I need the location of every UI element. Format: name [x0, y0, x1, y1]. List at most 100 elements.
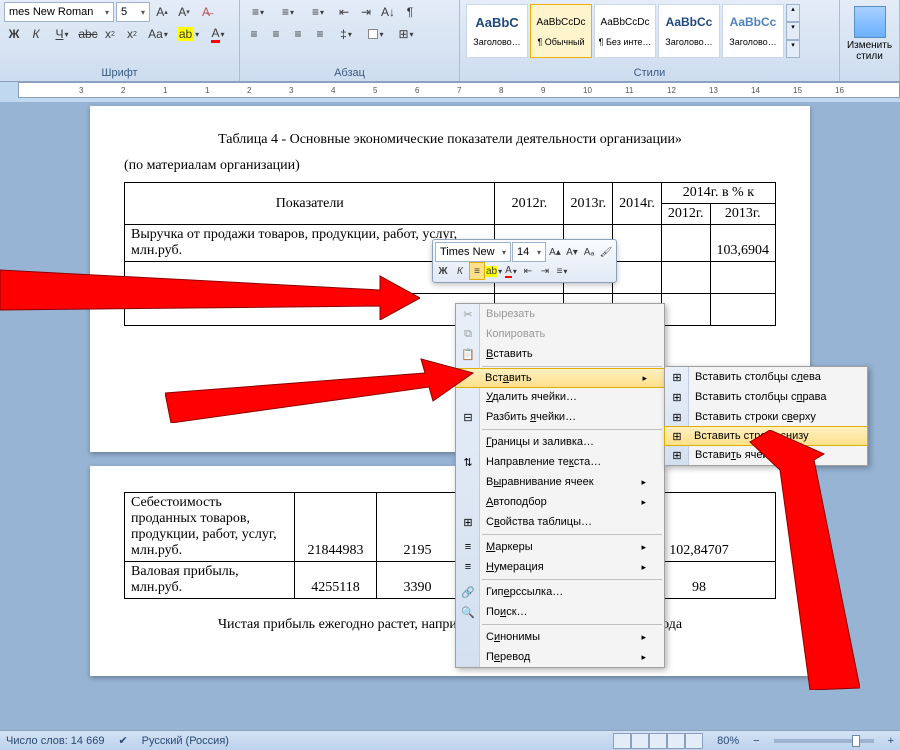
- sub-cells[interactable]: ⊞Вставить ячейки…: [665, 445, 867, 465]
- t2-r2-c2: 3390: [377, 562, 459, 599]
- horizontal-ruler[interactable]: 32112345678910111213141516: [18, 82, 900, 98]
- ctx-synonyms[interactable]: Синонимы▸: [456, 627, 664, 647]
- context-menu[interactable]: ✂Вырезать ⧉Копировать 📋ВВставитьставить …: [455, 303, 665, 668]
- row1-c5: 103,6904: [710, 225, 776, 262]
- strike-button[interactable]: abc: [78, 24, 98, 44]
- zoom-in-button[interactable]: +: [888, 735, 894, 747]
- zoom-level[interactable]: 80%: [717, 735, 739, 747]
- ctx-copy[interactable]: ⧉Копировать: [456, 324, 664, 344]
- ctx-text-direction[interactable]: ⇅Направление текста…: [456, 452, 664, 472]
- ctx-delete-cells[interactable]: Удалить ячейки…: [456, 387, 664, 407]
- font-name-combo[interactable]: mes New Roman▾: [4, 2, 114, 22]
- mini-shrink-button[interactable]: A▾: [564, 243, 580, 261]
- sort-button[interactable]: A↓: [378, 2, 398, 22]
- decrease-indent-button[interactable]: ⇤: [334, 2, 354, 22]
- ctx-split-cells[interactable]: ⊟Разбить ячейки…: [456, 407, 664, 427]
- th-2013: 2013г.: [564, 183, 613, 225]
- ctx-align-cells[interactable]: Выравнивание ячеек▸: [456, 472, 664, 492]
- align-center-button[interactable]: ≡: [266, 24, 286, 44]
- zoom-out-button[interactable]: −: [753, 735, 759, 747]
- table-col-right-icon: ⊞: [669, 389, 685, 405]
- ctx-borders[interactable]: Границы и заливка…: [456, 432, 664, 452]
- highlight-button[interactable]: ab▾: [174, 24, 202, 44]
- change-case-button[interactable]: Aa▾: [144, 24, 172, 44]
- word-count[interactable]: Число слов: 14 669: [6, 735, 104, 747]
- style-item[interactable]: AaBbCcЗаголово…: [722, 4, 784, 58]
- sub-rows-above[interactable]: ⊞Вставить строки сверху: [665, 407, 867, 427]
- align-right-button[interactable]: ≡: [288, 24, 308, 44]
- style-item[interactable]: AaBbCЗаголово…: [466, 4, 528, 58]
- table-cells-icon: ⊞: [669, 447, 685, 463]
- ctx-hyperlink[interactable]: 🔗Гиперссылка…: [456, 582, 664, 602]
- mini-italic-button[interactable]: К: [452, 262, 468, 280]
- economic-table-2[interactable]: Себестоимость проданных товаров, продукц…: [124, 492, 776, 599]
- line-spacing-button[interactable]: ‡▾: [332, 24, 360, 44]
- mini-fontcolor-button[interactable]: A▾: [503, 262, 519, 280]
- ctx-cut[interactable]: ✂Вырезать: [456, 304, 664, 324]
- superscript-button[interactable]: x2: [122, 24, 142, 44]
- view-buttons[interactable]: [613, 733, 703, 749]
- row1-c4: [661, 225, 710, 262]
- style-item[interactable]: AaBbCcЗаголово…: [658, 4, 720, 58]
- ctx-bullets[interactable]: ≡Маркеры▸: [456, 537, 664, 557]
- scissors-icon: ✂: [460, 306, 476, 322]
- shading-button[interactable]: ▾: [362, 24, 390, 44]
- proofing-icon[interactable]: ✔: [118, 734, 127, 747]
- th-2014: 2014г.: [613, 183, 662, 225]
- ctx-translate[interactable]: Перевод▸: [456, 647, 664, 667]
- numbering-button[interactable]: ≡▾: [274, 2, 302, 22]
- style-gallery[interactable]: AaBbCЗаголово…AaBbCcDc¶ ОбычныйAaBbCcDc¶…: [464, 2, 835, 60]
- font-group-label: Шрифт: [0, 67, 239, 79]
- language-status[interactable]: Русский (Россия): [142, 735, 229, 747]
- sub-rows-below[interactable]: ⊞Вставить строки снизу: [664, 426, 868, 446]
- insert-submenu[interactable]: ⊞Вставить столбцы слева ⊞Вставить столбц…: [664, 366, 868, 466]
- sub-cols-left[interactable]: ⊞Вставить столбцы слева: [665, 367, 867, 387]
- ctx-table-props[interactable]: ⊞Свойства таблицы…: [456, 512, 664, 532]
- font-size-combo[interactable]: 5▾: [116, 2, 150, 22]
- copy-icon: ⧉: [460, 326, 476, 342]
- mini-painter-button[interactable]: 🖌: [598, 243, 614, 261]
- mini-bullets-button[interactable]: ≡▾: [554, 262, 570, 280]
- mini-highlight-button[interactable]: ab▾: [486, 262, 502, 280]
- align-left-button[interactable]: ≡: [244, 24, 264, 44]
- mini-toolbar[interactable]: Times New▾ 14▾ A▴ A▾ Aₐ 🖌 Ж К ≡ ab▾ A▾ ⇤…: [432, 239, 617, 283]
- bullets-button[interactable]: ≡▾: [244, 2, 272, 22]
- multilevel-button[interactable]: ≡▾: [304, 2, 332, 22]
- ctx-autofit[interactable]: Автоподбор▸: [456, 492, 664, 512]
- style-item[interactable]: AaBbCcDc¶ Обычный: [530, 4, 592, 58]
- ctx-insert[interactable]: Вставить▸ ⊞Вставить столбцы слева ⊞Встав…: [455, 368, 665, 388]
- th-indicators: Показатели: [125, 183, 495, 225]
- mini-inc-indent-button[interactable]: ⇥: [537, 262, 553, 280]
- underline-button[interactable]: Ч▾: [48, 24, 76, 44]
- ctx-paste[interactable]: 📋ВВставитьставить: [456, 344, 664, 364]
- increase-indent-button[interactable]: ⇥: [356, 2, 376, 22]
- clear-format-button[interactable]: A̶: [196, 2, 216, 22]
- ctx-numbering[interactable]: ≡Нумерация▸: [456, 557, 664, 577]
- mini-font-combo[interactable]: Times New▾: [435, 242, 511, 262]
- show-marks-button[interactable]: ¶: [400, 2, 420, 22]
- font-color-button[interactable]: A▾: [204, 24, 232, 44]
- mini-size-combo[interactable]: 14▾: [512, 242, 546, 262]
- justify-button[interactable]: ≡: [310, 24, 330, 44]
- mini-bold-button[interactable]: Ж: [435, 262, 451, 280]
- change-styles-button[interactable]: Изменить стили: [844, 2, 895, 62]
- ribbon: mes New Roman▾ 5▾ A▴ A▾ A̶ Ж К Ч▾ abc x2…: [0, 0, 900, 82]
- italic-button[interactable]: К: [26, 24, 46, 44]
- bold-button[interactable]: Ж: [4, 24, 24, 44]
- grow-font-button[interactable]: A▴: [152, 2, 172, 22]
- borders-button[interactable]: ⊞▾: [392, 24, 420, 44]
- mini-center-button[interactable]: ≡: [469, 262, 485, 280]
- search-icon: 🔍: [460, 604, 476, 620]
- mini-styles-button[interactable]: Aₐ: [581, 243, 597, 261]
- shrink-font-button[interactable]: A▾: [174, 2, 194, 22]
- mini-grow-button[interactable]: A▴: [547, 243, 563, 261]
- text-dir-icon: ⇅: [460, 454, 476, 470]
- subscript-button[interactable]: x2: [100, 24, 120, 44]
- page-2: Себестоимость проданных товаров, продукц…: [90, 466, 810, 676]
- style-item[interactable]: AaBbCcDc¶ Без инте…: [594, 4, 656, 58]
- mini-dec-indent-button[interactable]: ⇤: [520, 262, 536, 280]
- status-bar: Число слов: 14 669 ✔ Русский (Россия) 80…: [0, 730, 900, 750]
- sub-cols-right[interactable]: ⊞Вставить столбцы справа: [665, 387, 867, 407]
- ctx-lookup[interactable]: 🔍Поиск…: [456, 602, 664, 622]
- zoom-slider[interactable]: [774, 739, 874, 743]
